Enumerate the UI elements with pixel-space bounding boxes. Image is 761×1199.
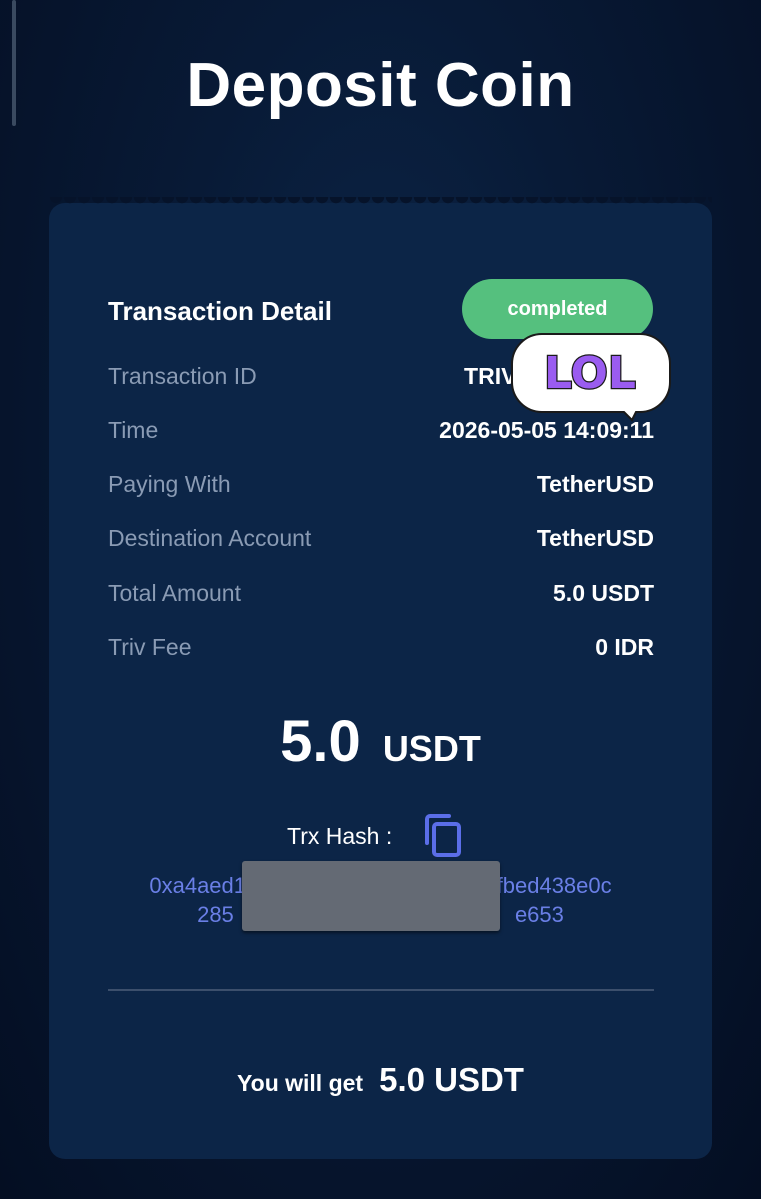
detail-value: TetherUSD (536, 471, 654, 497)
amount-unit: USDT (382, 728, 481, 769)
detail-value: 5.0 USDT (553, 580, 654, 606)
you-will-get-summary: You will get 5.0 USDT (49, 1061, 712, 1099)
detail-row-triv-fee: Triv Fee 0 IDR (108, 634, 654, 668)
detail-value: TetherUSD (536, 525, 654, 551)
detail-label: Triv Fee (108, 634, 192, 660)
detail-label: Paying With (108, 471, 231, 497)
amount-display: 5.0 USDT (49, 708, 712, 775)
divider (108, 989, 654, 991)
lol-sticker-text: LOL (544, 348, 636, 399)
detail-value: 0 IDR (595, 634, 654, 660)
detail-label: Destination Account (108, 525, 312, 551)
detail-row-paying-with: Paying With TetherUSD (108, 471, 654, 505)
detail-row-total-amount: Total Amount 5.0 USDT (108, 580, 654, 614)
detail-label: Time (108, 417, 159, 443)
you-will-get-value: 5.0 USDT (379, 1061, 524, 1098)
trx-hash-label: Trx Hash : (287, 823, 393, 849)
card-scalloped-edge (49, 197, 712, 211)
redaction-box (242, 861, 500, 931)
copy-icon[interactable] (423, 813, 463, 859)
transaction-detail-heading: Transaction Detail (108, 296, 332, 326)
page-title: Deposit Coin (186, 51, 575, 120)
amount-number: 5.0 (280, 709, 361, 774)
detail-label: Transaction ID (108, 363, 257, 389)
detail-row-destination-account: Destination Account TetherUSD (108, 525, 654, 559)
lol-sticker: LOL (511, 333, 671, 422)
you-will-get-label: You will get (237, 1070, 364, 1096)
detail-row-time: Time 2026-05-05 14:09:11 (108, 417, 654, 451)
detail-label: Total Amount (108, 580, 241, 606)
